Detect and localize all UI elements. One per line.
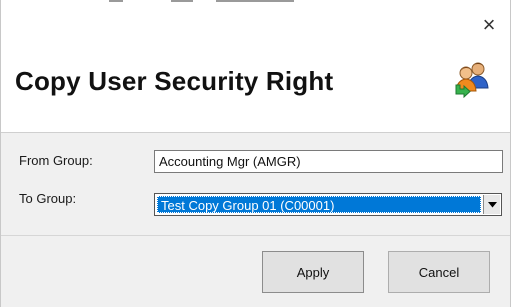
chevron-down-icon [487, 201, 497, 207]
from-group-label: From Group: [19, 153, 93, 168]
dropdown-button[interactable] [483, 195, 500, 214]
dialog-header: Copy User Security Right [1, 42, 510, 132]
to-group-selected-value: Test Copy Group 01 (C00001) [157, 196, 481, 213]
background-text-fragment [109, 0, 123, 2]
to-group-select[interactable]: Test Copy Group 01 (C00001) [154, 193, 502, 216]
group-form: From Group: Accounting Mgr (AMGR) To Gro… [1, 133, 510, 235]
users-copy-icon [455, 62, 489, 98]
background-window-fragment [1, 0, 510, 7]
cancel-button[interactable]: Cancel [388, 251, 490, 293]
footer-divider [1, 235, 510, 236]
apply-button[interactable]: Apply [262, 251, 364, 293]
dialog-window: × Copy User Security Right From Group: A… [0, 0, 511, 307]
to-group-label: To Group: [19, 191, 77, 206]
title-bar: × [1, 7, 510, 42]
background-text-fragment [216, 0, 294, 2]
dialog-title: Copy User Security Right [15, 66, 334, 96]
close-icon: × [482, 12, 496, 37]
from-group-field[interactable]: Accounting Mgr (AMGR) [154, 150, 503, 173]
close-button[interactable]: × [474, 10, 504, 40]
background-text-fragment [171, 0, 193, 2]
